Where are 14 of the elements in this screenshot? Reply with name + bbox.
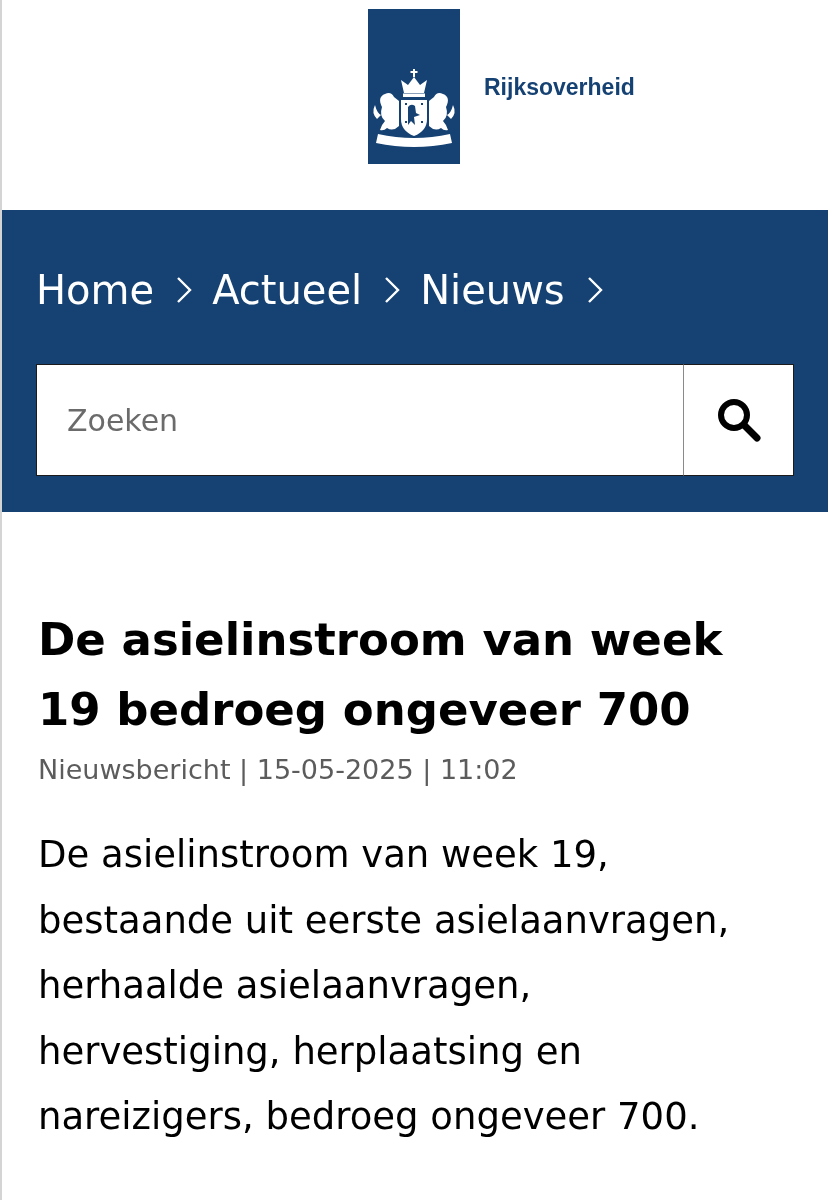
chevron-right-icon xyxy=(176,276,193,304)
breadcrumb-link[interactable]: Nieuws xyxy=(420,266,565,314)
search-button[interactable] xyxy=(684,364,794,476)
chevron-right-icon xyxy=(586,276,603,304)
breadcrumb-link[interactable]: Home xyxy=(36,266,155,314)
article-meta: Nieuwsbericht | 15-05-2025 | 11:02 xyxy=(38,753,519,788)
article-lead: De asielinstroom van week 19, bestaande uit eerste asielaanvragen, herhaalde asielaanvragen, hervestiging, herplaatsing en nareizigers, bedroeg ongeveer 700. xyxy=(38,832,731,1140)
search-field[interactable]: Zoeken xyxy=(36,364,684,476)
coat-of-arms-logo-icon[interactable] xyxy=(368,9,460,164)
chevron-right-icon xyxy=(384,276,401,304)
search-icon xyxy=(715,397,762,443)
site-name: Rijksoverheid xyxy=(484,72,635,101)
article-title: De asielinstroom van week 19 bedroeg ongeveer 700 xyxy=(38,612,724,738)
breadcrumb-link[interactable]: Actueel xyxy=(212,266,363,314)
